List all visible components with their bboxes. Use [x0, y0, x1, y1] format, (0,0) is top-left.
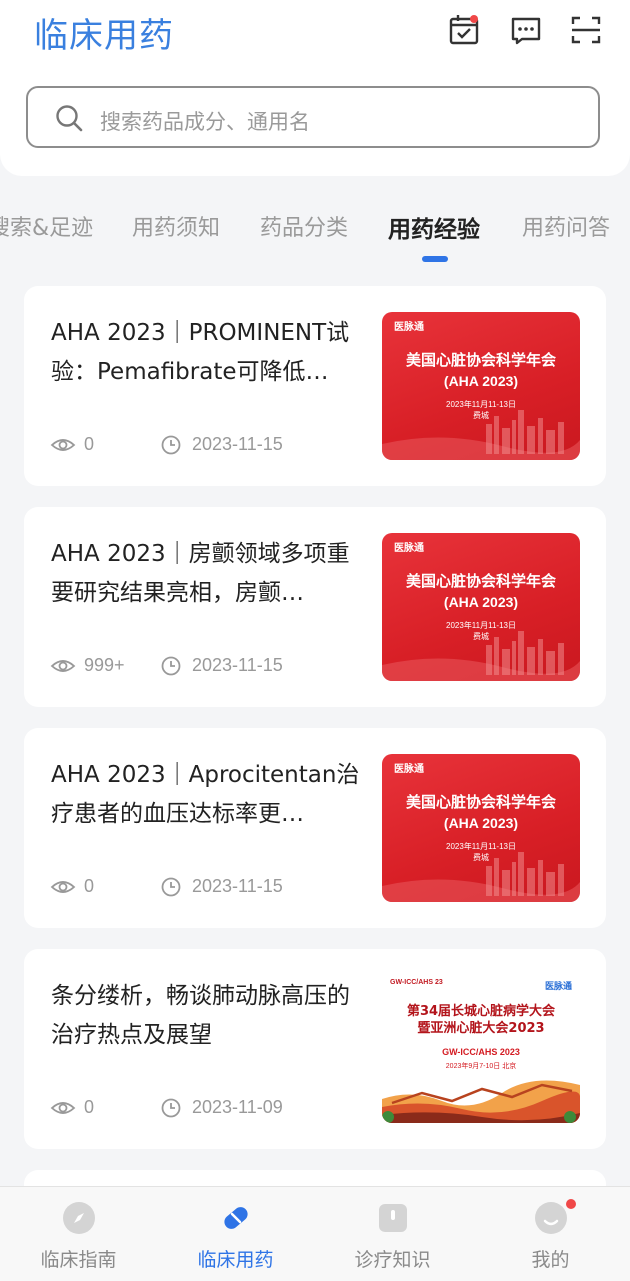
search-input[interactable]: 搜索药品成分、通用名	[26, 86, 600, 148]
app-logo: 临床用药	[34, 16, 174, 56]
clock-icon	[161, 435, 181, 454]
article-thumbnail: 医脉通 美国心脏协会科学年会 (AHA 2023) 2023年11月11-13日…	[382, 754, 580, 902]
eye-icon	[50, 438, 76, 451]
thumb-subheadline: GW-ICC/AHS 2023	[442, 1047, 520, 1057]
article-card[interactable]: AHA 2023｜PROMINENT试验：Pemafibrate可降低… 0 2…	[24, 286, 606, 486]
eye-icon	[50, 659, 76, 672]
article-thumbnail: GW-ICC/AHS 23 医脉通 第34届长城心脏病学大会 暨亚洲心脏大会20…	[382, 975, 580, 1123]
search-placeholder: 搜索药品成分、通用名	[100, 111, 310, 134]
tab-medication-notes[interactable]: 用药须知	[132, 210, 220, 242]
top-header: 临床用药 搜索药品成分、通用名	[0, 0, 630, 176]
publish-date: 2023-11-09	[158, 1097, 283, 1118]
message-icon[interactable]	[508, 12, 544, 48]
view-count: 0	[50, 876, 94, 897]
tab-search-history[interactable]: 搜索&足迹	[0, 210, 93, 242]
article-title: AHA 2023｜Aprocitentan治疗患者的血压达标率更…	[51, 762, 360, 827]
thumb-subheadline: (AHA 2023)	[443, 815, 519, 831]
nav-clinical-guidelines[interactable]: 临床指南	[0, 1187, 157, 1281]
publish-date-value: 2023-11-09	[192, 1097, 283, 1117]
category-tabs: 搜索&足迹 用药须知 药品分类 用药经验 用药问答	[0, 196, 630, 276]
clock-icon	[161, 1098, 181, 1117]
thumb-event-tag: GW-ICC/AHS 23	[390, 979, 443, 986]
skyline-graphic	[382, 852, 580, 902]
thumb-headline: 美国心脏协会科学年会	[405, 793, 556, 811]
nav-label: 诊疗知识	[354, 1249, 431, 1271]
eye-icon	[50, 880, 76, 893]
article-title: AHA 2023｜PROMINENT试验：Pemafibrate可降低…	[51, 320, 350, 385]
profile-icon	[535, 1202, 567, 1234]
nav-diagnosis-knowledge[interactable]: 诊疗知识	[314, 1187, 471, 1281]
nav-label: 我的	[531, 1249, 570, 1271]
thumb-headline-line1: 第34届长城心脏病学大会	[406, 1004, 556, 1019]
active-tab-indicator	[422, 256, 448, 262]
pill-icon	[224, 1207, 248, 1229]
scan-icon[interactable]	[568, 12, 604, 48]
article-title: 条分缕析，畅谈肺动脉高压的治疗热点及展望	[51, 983, 350, 1048]
calendar-check-icon[interactable]	[446, 12, 482, 48]
thumb-brand-logo: 医脉通	[394, 764, 424, 775]
book-icon	[379, 1204, 407, 1232]
nav-profile[interactable]: 我的	[472, 1187, 629, 1281]
view-count: 0	[50, 1097, 94, 1118]
article-card[interactable]: AHA 2023｜Aprocitentan治疗患者的血压达标率更… 0 2023…	[24, 728, 606, 928]
search-icon	[56, 105, 83, 132]
article-thumbnail: 医脉通 美国心脏协会科学年会 (AHA 2023) 2023年11月11-13日…	[382, 533, 580, 681]
view-count-value: 0	[84, 1097, 95, 1117]
thumb-subheadline: (AHA 2023)	[443, 594, 519, 610]
skyline-graphic	[382, 410, 580, 460]
article-card[interactable]: 条分缕析，畅谈肺动脉高压的治疗热点及展望 0 2023-11-09 GW-ICC…	[24, 949, 606, 1149]
eye-icon	[50, 1101, 76, 1114]
skyline-graphic	[382, 631, 580, 681]
tab-medication-experience[interactable]: 用药经验	[388, 210, 480, 244]
thumb-headline: 第34届长城心脏病学大会 暨亚洲心脏大会2023	[382, 1003, 580, 1037]
nav-label: 临床指南	[40, 1249, 117, 1271]
publish-date: 2023-11-15	[158, 876, 283, 897]
clock-icon	[161, 656, 181, 675]
thumb-headline: 美国心脏协会科学年会	[405, 572, 556, 590]
publish-date: 2023-11-15	[158, 434, 283, 455]
great-wall-graphic	[382, 1080, 580, 1123]
view-count-value: 0	[84, 876, 95, 896]
publish-date-value: 2023-11-15	[192, 434, 283, 454]
view-count-value: 999+	[84, 655, 125, 675]
thumb-headline-line2: 暨亚洲心脏大会2023	[417, 1021, 545, 1036]
notification-dot	[566, 1199, 576, 1209]
publish-date: 2023-11-15	[158, 655, 283, 676]
article-thumbnail: 医脉通 美国心脏协会科学年会 (AHA 2023) 2023年11月11-13日…	[382, 312, 580, 460]
thumb-brand-logo: 医脉通	[394, 543, 424, 554]
nav-clinical-medication[interactable]: 临床用药	[157, 1187, 314, 1281]
compass-icon	[63, 1202, 95, 1234]
article-card[interactable]: AHA 2023｜房颤领域多项重要研究结果亮相，房颤… 999+ 2023-11…	[24, 507, 606, 707]
publish-date-value: 2023-11-15	[192, 876, 283, 896]
publish-date-value: 2023-11-15	[192, 655, 283, 675]
clock-icon	[161, 877, 181, 896]
thumb-brand-logo: 医脉通	[394, 322, 424, 333]
view-count: 0	[50, 434, 94, 455]
bottom-navigation: 临床指南 临床用药 诊疗知识 我的	[0, 1186, 630, 1281]
thumb-subheadline: (AHA 2023)	[443, 373, 519, 389]
thumb-brand-logo: 医脉通	[544, 981, 572, 991]
tab-medication-qa[interactable]: 用药问答	[522, 210, 610, 242]
view-count-value: 0	[84, 434, 95, 454]
view-count: 999+	[50, 655, 125, 676]
tab-drug-categories[interactable]: 药品分类	[260, 210, 348, 242]
nav-label: 临床用药	[197, 1249, 274, 1271]
thumb-headline: 美国心脏协会科学年会	[405, 351, 556, 369]
article-title: AHA 2023｜房颤领域多项重要研究结果亮相，房颤…	[51, 541, 350, 606]
